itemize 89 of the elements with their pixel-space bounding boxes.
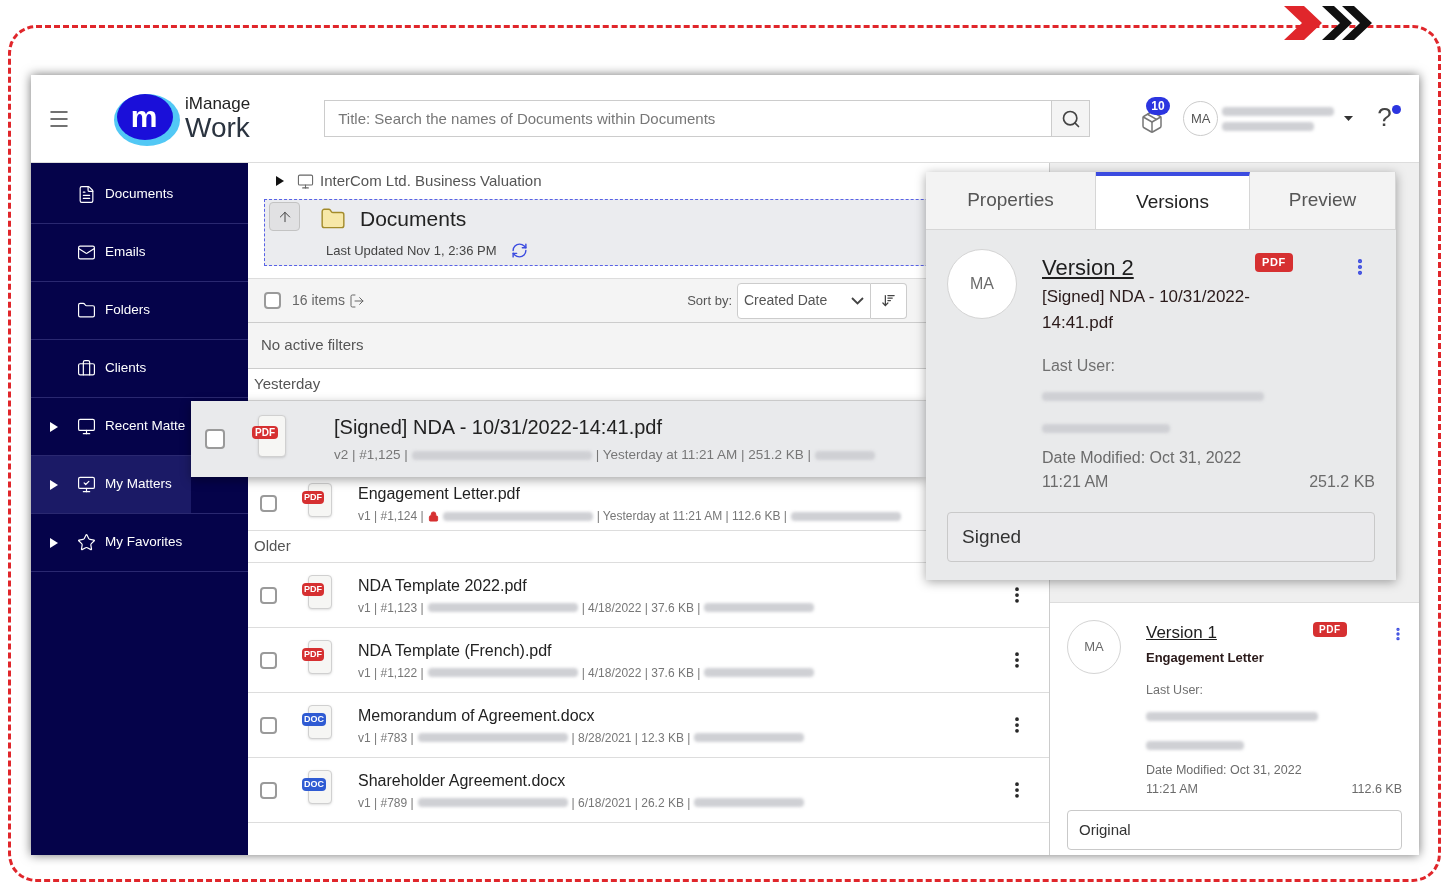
checkbox[interactable] — [260, 716, 277, 734]
file-name: Engagement Letter — [1146, 648, 1265, 667]
sidebar-icon — [77, 417, 96, 436]
notification-count: 10 — [1146, 96, 1170, 115]
date-modified: Date Modified: Oct 31, 2022 — [1042, 448, 1243, 468]
sidebar-icon — [77, 301, 96, 320]
document-row[interactable]: PDF [Signed] NDA - 10/31/2022-14:41.pdf v2 | #1,125 | | Yesterday at 11:21 AM | 251.2 KB | — [191, 401, 926, 477]
refresh-icon[interactable] — [510, 241, 528, 259]
export-icon[interactable] — [348, 292, 365, 309]
document-name[interactable]: [Signed] NDA - 10/31/2022-14:41.pdf — [334, 412, 875, 443]
checkbox[interactable] — [260, 495, 277, 512]
document-meta: v1 | #789 | — [358, 794, 414, 812]
caret-icon[interactable] — [1344, 116, 1354, 121]
pdf-badge: PDF — [1313, 622, 1347, 637]
tab[interactable]: Properties — [926, 172, 1096, 229]
document-meta: v2 | #1,125 | — [334, 446, 408, 465]
file-size: 112.6 KB — [1351, 780, 1402, 798]
sort-dropdown[interactable]: Created Date — [737, 282, 871, 319]
sort-icon — [881, 293, 896, 308]
version-link[interactable]: Version 2 — [1042, 251, 1255, 284]
document-meta: | 6/18/2021 | 26.2 KB | — [571, 794, 691, 812]
search-button[interactable] — [1052, 100, 1091, 137]
sidebar-item[interactable]: Recent Matte — [31, 398, 191, 455]
sort-direction-button[interactable] — [871, 282, 907, 319]
document-name[interactable]: Memorandum of Agreement.docx — [358, 703, 805, 728]
document-meta: | 8/28/2021 | 12.3 KB | — [571, 729, 691, 747]
expand-triangle-icon[interactable] — [50, 479, 58, 490]
sidebar-icon — [77, 533, 96, 552]
modified-time: 11:21 AM — [1146, 780, 1198, 798]
document-name[interactable]: Shareholder Agreement.docx — [358, 768, 805, 793]
checkbox[interactable] — [205, 429, 225, 449]
document-meta: v1 | #1,122 | — [358, 664, 424, 682]
sidebar-item[interactable]: Clients — [31, 340, 248, 397]
version-link[interactable]: Version 1 — [1146, 620, 1313, 646]
file-name: [Signed] NDA - 10/31/2022-14:41.pdf — [1042, 286, 1251, 334]
checkbox[interactable] — [260, 586, 277, 604]
document-meta: | 4/18/2022 | 37.6 KB | — [581, 599, 701, 617]
sidebar-item[interactable]: Emails — [31, 224, 248, 281]
version-comment-field[interactable]: Original — [1067, 810, 1402, 851]
sidebar-item[interactable]: My Matters — [31, 456, 191, 513]
version-comment-field[interactable]: Signed — [947, 512, 1375, 562]
sidebar-item[interactable]: Folders — [31, 282, 248, 339]
checkbox[interactable] — [260, 651, 277, 669]
file-size: 251.2 KB — [1309, 472, 1375, 492]
document-name[interactable]: NDA Template (French).pdf — [358, 638, 815, 663]
search-field[interactable]: Title: Search the names of Documents within Documents — [324, 100, 1053, 137]
date-modified: Date Modified: Oct 31, 2022 — [1146, 761, 1303, 779]
filter-status: No active filters — [261, 335, 364, 356]
group-heading: Yesterday — [254, 374, 321, 395]
group-heading: Older — [254, 536, 291, 557]
document-meta: v1 | #1,124 | — [358, 508, 424, 525]
expand-triangle-icon[interactable] — [50, 537, 58, 548]
checkbox[interactable] — [260, 781, 277, 799]
search-icon — [1060, 108, 1081, 129]
document-meta: v1 | #783 | — [358, 729, 414, 747]
sidebar-item[interactable]: My Favorites — [31, 514, 248, 571]
last-user-label: Last User: — [1042, 356, 1116, 376]
sidebar-icon — [77, 475, 96, 494]
tab[interactable]: Preview — [1250, 172, 1396, 229]
document-name[interactable]: Engagement Letter.pdf — [358, 482, 901, 506]
sidebar-icon — [77, 243, 96, 262]
sidebar-item[interactable]: Documents — [31, 166, 248, 223]
document-meta: v1 | #1,123 | — [358, 599, 424, 617]
sidebar-icon — [77, 185, 96, 204]
matter-icon — [297, 172, 314, 190]
last-user-label: Last User: — [1146, 682, 1204, 699]
blurred-text — [815, 451, 875, 460]
item-count: 16 items — [292, 291, 345, 310]
user-avatar: MA — [1067, 620, 1121, 674]
sort-label: Sort by: — [687, 291, 732, 310]
product-name: Work — [185, 114, 251, 142]
lock-icon — [427, 510, 439, 522]
document-meta: | Yesterday at 11:21 AM | 112.6 KB | — [596, 508, 787, 525]
breadcrumb-link[interactable]: InterCom Ltd. Business Valuation — [320, 169, 542, 193]
pdf-badge: PDF — [1255, 253, 1293, 272]
folder-title: Documents — [360, 206, 467, 232]
document-meta: | Yesterday at 11:21 AM | 251.2 KB | — [595, 446, 811, 465]
last-updated: Last Updated Nov 1, 2:36 PM — [326, 241, 497, 260]
tab[interactable]: Versions — [1096, 172, 1250, 229]
help-button[interactable]: ? — [1377, 102, 1392, 132]
expand-triangle-icon[interactable] — [50, 421, 58, 432]
brand-name: iManage — [185, 95, 251, 112]
document-name[interactable]: NDA Template 2022.pdf — [358, 573, 815, 598]
sidebar-icon — [77, 359, 96, 378]
user-avatar: MA — [947, 249, 1017, 319]
document-meta: | 4/18/2022 | 37.6 KB | — [581, 664, 701, 682]
checkbox[interactable] — [264, 292, 281, 309]
chevron-down-icon — [851, 296, 864, 305]
expand-triangle-icon[interactable] — [276, 176, 284, 186]
